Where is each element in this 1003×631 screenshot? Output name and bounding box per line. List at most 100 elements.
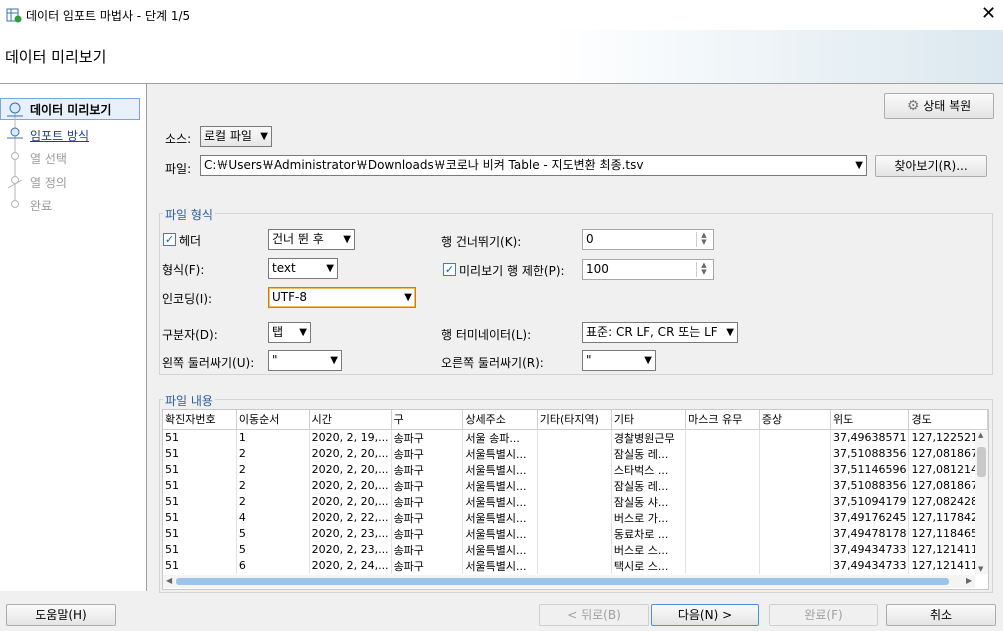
encoding-value: UTF-8 [272,290,307,304]
step-import-method[interactable]: 임포트 방식 [30,127,89,144]
chevron-down-icon: ▼ [299,327,307,338]
line-terminator-select[interactable]: 표준: CR LF, CR 또는 LF ▼ [582,322,738,343]
encoding-label: 인코딩(I): [162,292,213,306]
delimiter-select[interactable]: 탭 ▼ [268,322,311,343]
scroll-right-icon[interactable]: ▶ [966,576,972,585]
table-cell: 버스로 가... [611,509,687,526]
scroll-down-icon[interactable]: ▼ [978,565,983,573]
right-enclosure-select[interactable]: " ▼ [582,350,656,371]
header-option-select[interactable]: 건너 뛴 후 ▼ [268,229,355,250]
table-cell: 버스로 스... [611,541,687,558]
table-cell [537,493,612,510]
encoding-select[interactable]: UTF-8 ▼ [268,287,416,308]
preview-limit-spinner[interactable]: 100 ▲ ▼ [582,259,714,280]
table-cell: 송파구 [391,557,464,574]
step-data-preview[interactable]: 데이터 미리보기 [30,101,111,118]
table-cell: 51 [163,509,237,526]
table-row: 51 4 2020, 2, 22,... 송파구 서울특별시... 버스로 가... 37,… [163,509,988,526]
next-button[interactable]: 다음(N) > [651,604,759,626]
column-header[interactable]: 마스크 유무 [685,410,760,430]
table-row: 51 6 2020, 2, 24,... 송파구 서울특별시... 택시로 스... 37,… [163,557,988,574]
skip-rows-spinner[interactable]: 0 ▲ ▼ [582,229,714,250]
source-label: 소스: [165,132,192,146]
column-header[interactable]: 이동순서 [236,410,310,430]
preview-limit-label: 미리보기 행 제한(P): [459,264,565,278]
column-header[interactable]: 구 [391,410,464,430]
table-cell: 서울 송파... [462,429,538,446]
preview-grid: 확진자번호 이동순서 시간 구 상세주소 기타(타지역) 기타 마스크 유무 증상 위도 경도 51… [163,410,988,574]
header-checkbox[interactable]: ✓ [163,233,176,246]
table-row: 51 5 2020, 2, 23,... 송파구 서울특별시... 버스로 스... 37,… [163,541,988,558]
table-cell: 37,49434733 [830,557,910,574]
table-cell: 2020, 2, 20,... [309,493,392,510]
table-cell: 2 [236,445,310,462]
finish-button[interactable]: 완료(F) [769,604,878,626]
table-cell [759,509,831,526]
table-cell [685,429,760,446]
chevron-down-icon: ▼ [726,327,734,338]
table-cell [759,493,831,510]
header-label: 헤더 [179,234,202,248]
table-cell: 2 [236,461,310,478]
table-cell: 51 [163,557,237,574]
table-cell: 서울특별시... [462,557,538,574]
scroll-left-icon[interactable]: ◀ [166,576,172,585]
table-cell: 51 [163,541,237,558]
table-cell: 37,51146596 [830,461,910,478]
app-icon [6,8,22,23]
table-cell [537,557,612,574]
file-content-table[interactable]: 확진자번호 이동순서 시간 구 상세주소 기타(타지역) 기타 마스크 유무 증상 위도 경도 51… [162,409,989,590]
column-header[interactable]: 경도 [908,410,988,430]
cancel-button[interactable]: 취소 [886,604,996,626]
table-cell: 잠실동 레... [611,445,687,462]
steps-sidebar: 데이터 미리보기 임포트 방식 열 선택 열 정의 완료 [0,84,147,591]
left-enclosure-select[interactable]: " ▼ [268,350,342,371]
table-cell [537,445,612,462]
table-cell [685,461,760,478]
table-cell: 서울특별시... [462,541,538,558]
file-content-title: 파일 내용 [163,392,215,409]
back-button[interactable]: < 뒤로(B) [539,604,649,626]
chevron-down-icon: ▼ [330,355,338,366]
preview-limit-checkbox[interactable]: ✓ [443,263,456,276]
window-title: 데이터 임포트 마법사 - 단계 1/5 [26,9,191,23]
chevron-down-icon[interactable]: ▼ [855,156,863,175]
column-header[interactable]: 기타 [611,410,687,430]
vertical-scroll-thumb[interactable] [977,447,986,477]
format-select[interactable]: text ▼ [268,258,338,279]
file-path-combo[interactable]: C:￦Users￦Administrator￦Downloads￦코로나 비켜 … [200,155,867,176]
column-header[interactable]: 위도 [830,410,910,430]
table-cell: 37,49434733 [830,541,910,558]
help-button[interactable]: 도움말(H) [6,604,116,626]
table-cell [685,525,760,542]
table-cell: 2020, 2, 23,... [309,525,392,542]
format-value: text [272,261,296,275]
table-cell: 51 [163,525,237,542]
close-icon[interactable]: ✕ [981,4,996,24]
table-cell: 송파구 [391,461,464,478]
chevron-down-icon: ▼ [404,292,412,303]
restore-state-label: 상태 복원 [923,99,972,113]
column-header[interactable]: 증상 [759,410,831,430]
column-header[interactable]: 상세주소 [462,410,538,430]
browse-button[interactable]: 찾아보기(R)... [875,155,987,177]
scroll-up-icon[interactable]: ▲ [978,431,983,439]
column-header[interactable]: 기타(타지역) [537,410,612,430]
table-row: 51 2 2020, 2, 20,... 송파구 서울특별시... 스타벅스 ... 37,… [163,461,988,478]
restore-state-button[interactable]: ⚙ 상태 복원 [884,93,994,119]
spinner-arrows-icon[interactable]: ▲ ▼ [696,232,711,247]
title-bar: 데이터 임포트 마법사 - 단계 1/5 ✕ [0,0,1003,30]
table-cell [759,525,831,542]
table-cell: 5 [236,525,310,542]
column-header[interactable]: 시간 [309,410,392,430]
horizontal-scrollbar[interactable]: ◀ ▶ [163,575,975,588]
source-select[interactable]: 로컬 파일 ▼ [200,126,272,147]
table-row: 51 2 2020, 2, 20,... 송파구 서울특별시... 잠실동 샤... 37,… [163,493,988,510]
vertical-scrollbar[interactable]: ▲ ▼ [975,431,988,574]
column-header[interactable]: 확진자번호 [163,410,237,430]
table-cell: 서울특별시... [462,477,538,494]
step-column-select: 열 선택 [30,152,67,166]
horizontal-scroll-thumb[interactable] [176,578,949,585]
table-cell: 서울특별시... [462,461,538,478]
spinner-arrows-icon[interactable]: ▲ ▼ [696,262,711,277]
